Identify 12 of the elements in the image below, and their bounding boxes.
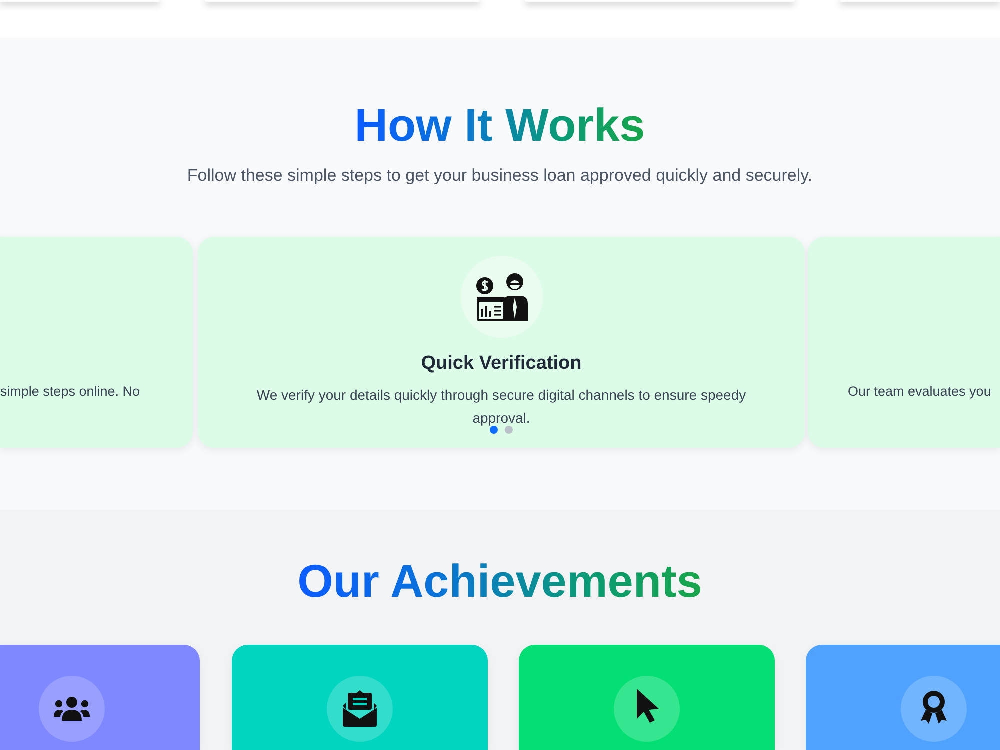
- people-icon: [39, 676, 105, 742]
- cursor-icon: [614, 676, 680, 742]
- section-subtitle: Follow these simple steps to get your business loan approved quickly and securely.: [187, 165, 813, 187]
- person-coin-chart-icon: [460, 256, 542, 338]
- step-description: simple steps online. No: [0, 383, 140, 401]
- carousel-dot[interactable]: [490, 426, 498, 434]
- award-ribbon-icon: [901, 676, 967, 742]
- envelope-letter-icon: [327, 676, 393, 742]
- step-title: Quick Verification: [421, 352, 582, 375]
- step-description: Our team evaluates you: [848, 383, 992, 401]
- carousel-dot[interactable]: [505, 426, 513, 434]
- step-description: We verify your details quickly through secure digital channels to ensure speedy approval.: [256, 386, 748, 428]
